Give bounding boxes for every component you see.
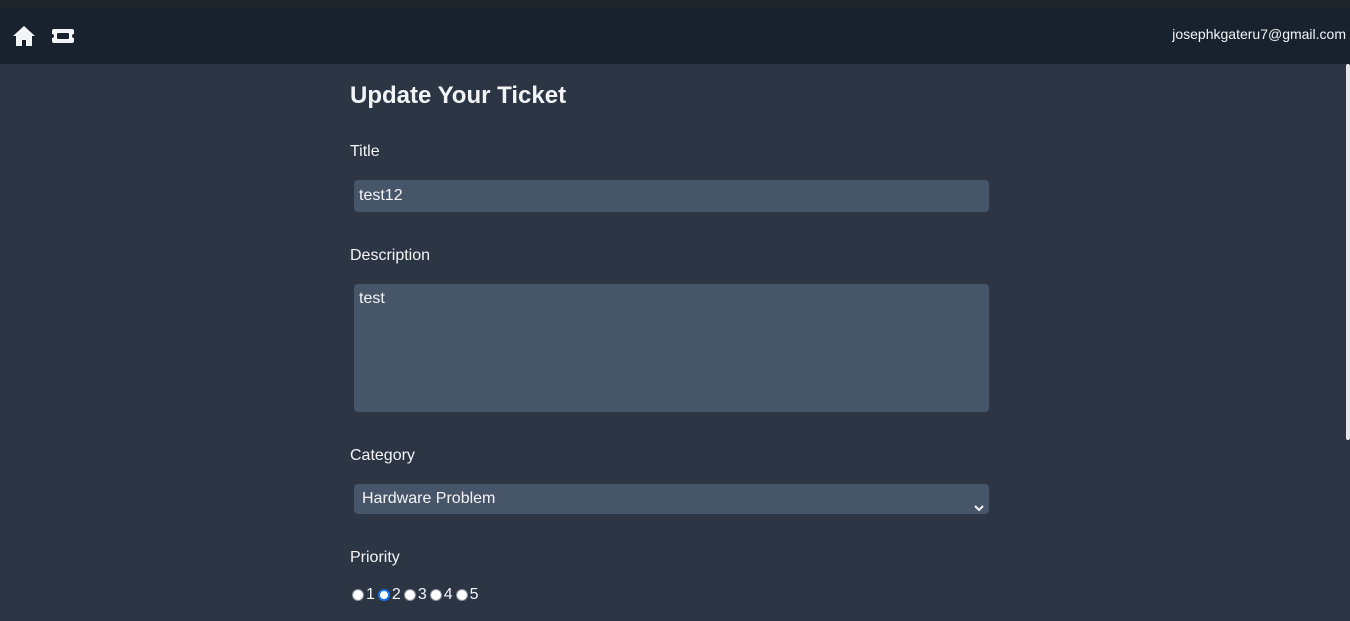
description-textarea[interactable]: test xyxy=(354,284,989,412)
priority-radio-2[interactable] xyxy=(377,589,390,601)
description-label: Description xyxy=(350,247,431,264)
category-selected-value: Hardware Problem xyxy=(362,490,496,507)
priority-option-label: 1 xyxy=(366,586,375,603)
home-icon[interactable] xyxy=(10,22,38,50)
category-label: Category xyxy=(350,447,415,464)
priority-label: Priority xyxy=(350,549,400,566)
priority-radio-5[interactable] xyxy=(455,589,468,601)
priority-radio-4[interactable] xyxy=(429,589,442,601)
priority-option-label: 5 xyxy=(469,586,479,603)
title-input[interactable]: test12 xyxy=(354,180,989,212)
ticket-icon[interactable] xyxy=(49,22,77,50)
page-title: Update Your Ticket xyxy=(350,82,567,109)
priority-option-label: 2 xyxy=(391,586,401,603)
priority-option-label: 3 xyxy=(417,586,427,603)
title-label: Title xyxy=(350,143,380,160)
window-top-strip xyxy=(0,0,1350,8)
priority-radio-1[interactable] xyxy=(352,589,364,601)
priority-radio-group: 1 2 3 4 5 xyxy=(352,586,482,604)
category-select[interactable]: Hardware Problem xyxy=(354,484,989,514)
navbar: josephkgateru7@gmail.com xyxy=(0,8,1350,64)
scrollbar-thumb[interactable] xyxy=(1346,64,1350,440)
user-email: josephkgateru7@gmail.com xyxy=(1172,26,1346,42)
chevron-down-icon xyxy=(974,494,984,512)
priority-radio-3[interactable] xyxy=(403,589,416,601)
priority-option-label: 4 xyxy=(443,586,453,603)
